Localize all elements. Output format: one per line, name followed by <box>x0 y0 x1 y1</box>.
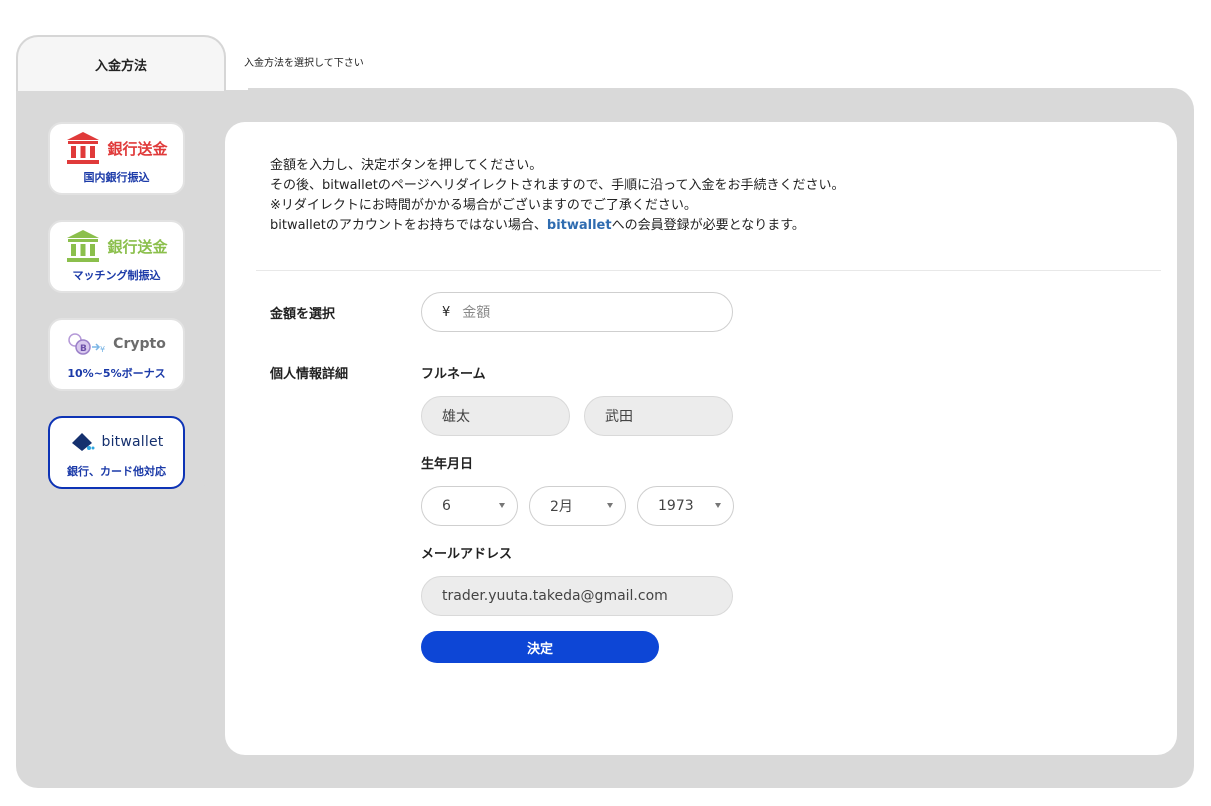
method-subtitle: 10%~5%ボーナス <box>67 367 166 380</box>
amount-placeholder: 金額 <box>462 305 491 321</box>
method-bitwallet[interactable]: bitwallet 銀行、カード他対応 <box>48 416 185 489</box>
intro-line: bitwalletのアカウントをお持ちではない場合、bitwalletへの会員登… <box>270 216 844 236</box>
intro-line: その後、bitwalletのページへリダイレクトされますので、手順に沿って入金を… <box>270 178 845 193</box>
method-bank-matching[interactable]: 銀行送金 マッチング制振込 <box>48 220 185 293</box>
dob-month-select[interactable]: 2月 <box>529 486 626 526</box>
method-title: bitwallet <box>101 434 164 450</box>
tab-hint: 入金方法を選択して下さい <box>244 58 364 69</box>
tab-deposit-method[interactable]: 入金方法 <box>16 35 226 91</box>
method-title: Crypto <box>113 336 166 352</box>
method-bank-domestic[interactable]: 銀行送金 国内銀行振込 <box>48 122 185 195</box>
method-crypto[interactable]: B ¥ Crypto 10%~5%ボーナス <box>48 318 185 391</box>
dob-day-select[interactable]: 6 <box>421 486 518 526</box>
svg-text:B: B <box>80 344 87 354</box>
chevron-down-icon <box>499 503 505 508</box>
method-subtitle: 銀行、カード他対応 <box>67 465 166 478</box>
bank-icon <box>67 132 100 164</box>
submit-button[interactable]: 決定 <box>421 631 659 663</box>
dob-label: 生年月日 <box>421 457 474 472</box>
dob-month-value: 2月 <box>550 499 573 515</box>
dob-day-value: 6 <box>442 498 451 514</box>
chevron-down-icon <box>715 503 721 508</box>
last-name-field[interactable]: 武田 <box>584 396 733 436</box>
content-card: 金額を入力し、決定ボタンを押してください。 その後、bitwalletのページへ… <box>225 122 1177 755</box>
amount-label: 金額を選択 <box>270 307 336 322</box>
intro-text: 金額を入力し、決定ボタンを押してください。 その後、bitwalletのページへ… <box>270 156 844 236</box>
personal-info-label: 個人情報詳細 <box>270 367 349 382</box>
method-subtitle: マッチング制振込 <box>72 269 161 282</box>
divider <box>256 270 1161 271</box>
bitwallet-link[interactable]: bitwallet <box>547 218 612 233</box>
fullname-label: フルネーム <box>421 367 486 382</box>
crypto-icon: B ¥ <box>68 333 105 355</box>
intro-line: 金額を入力し、決定ボタンを押してください。 <box>270 158 543 173</box>
email-field[interactable]: trader.yuuta.takeda@gmail.com <box>421 576 733 616</box>
svg-text:¥: ¥ <box>100 345 105 354</box>
chevron-down-icon <box>607 503 613 508</box>
method-title: 銀行送金 <box>107 139 168 158</box>
method-subtitle: 国内銀行振込 <box>83 171 150 184</box>
first-name-value: 雄太 <box>442 409 470 425</box>
email-value: trader.yuuta.takeda@gmail.com <box>442 588 668 604</box>
method-title: 銀行送金 <box>107 237 168 256</box>
first-name-field[interactable]: 雄太 <box>421 396 570 436</box>
intro-line: ※リダイレクトにお時間がかかる場合がございますのでご了承ください。 <box>270 198 697 213</box>
bitwallet-logo-icon <box>71 433 94 451</box>
dob-year-value: 1973 <box>658 498 694 514</box>
intro-text-fragment: への会員登録が必要となります。 <box>611 218 805 233</box>
email-label: メールアドレス <box>421 547 513 562</box>
tab-label: 入金方法 <box>94 58 147 74</box>
last-name-value: 武田 <box>605 409 633 425</box>
yen-symbol: ¥ <box>442 304 451 320</box>
dob-year-select[interactable]: 1973 <box>637 486 734 526</box>
amount-input[interactable]: ¥ 金額 <box>421 292 733 332</box>
intro-text-fragment: bitwalletのアカウントをお持ちではない場合、 <box>270 218 547 233</box>
bank-icon <box>67 230 100 262</box>
